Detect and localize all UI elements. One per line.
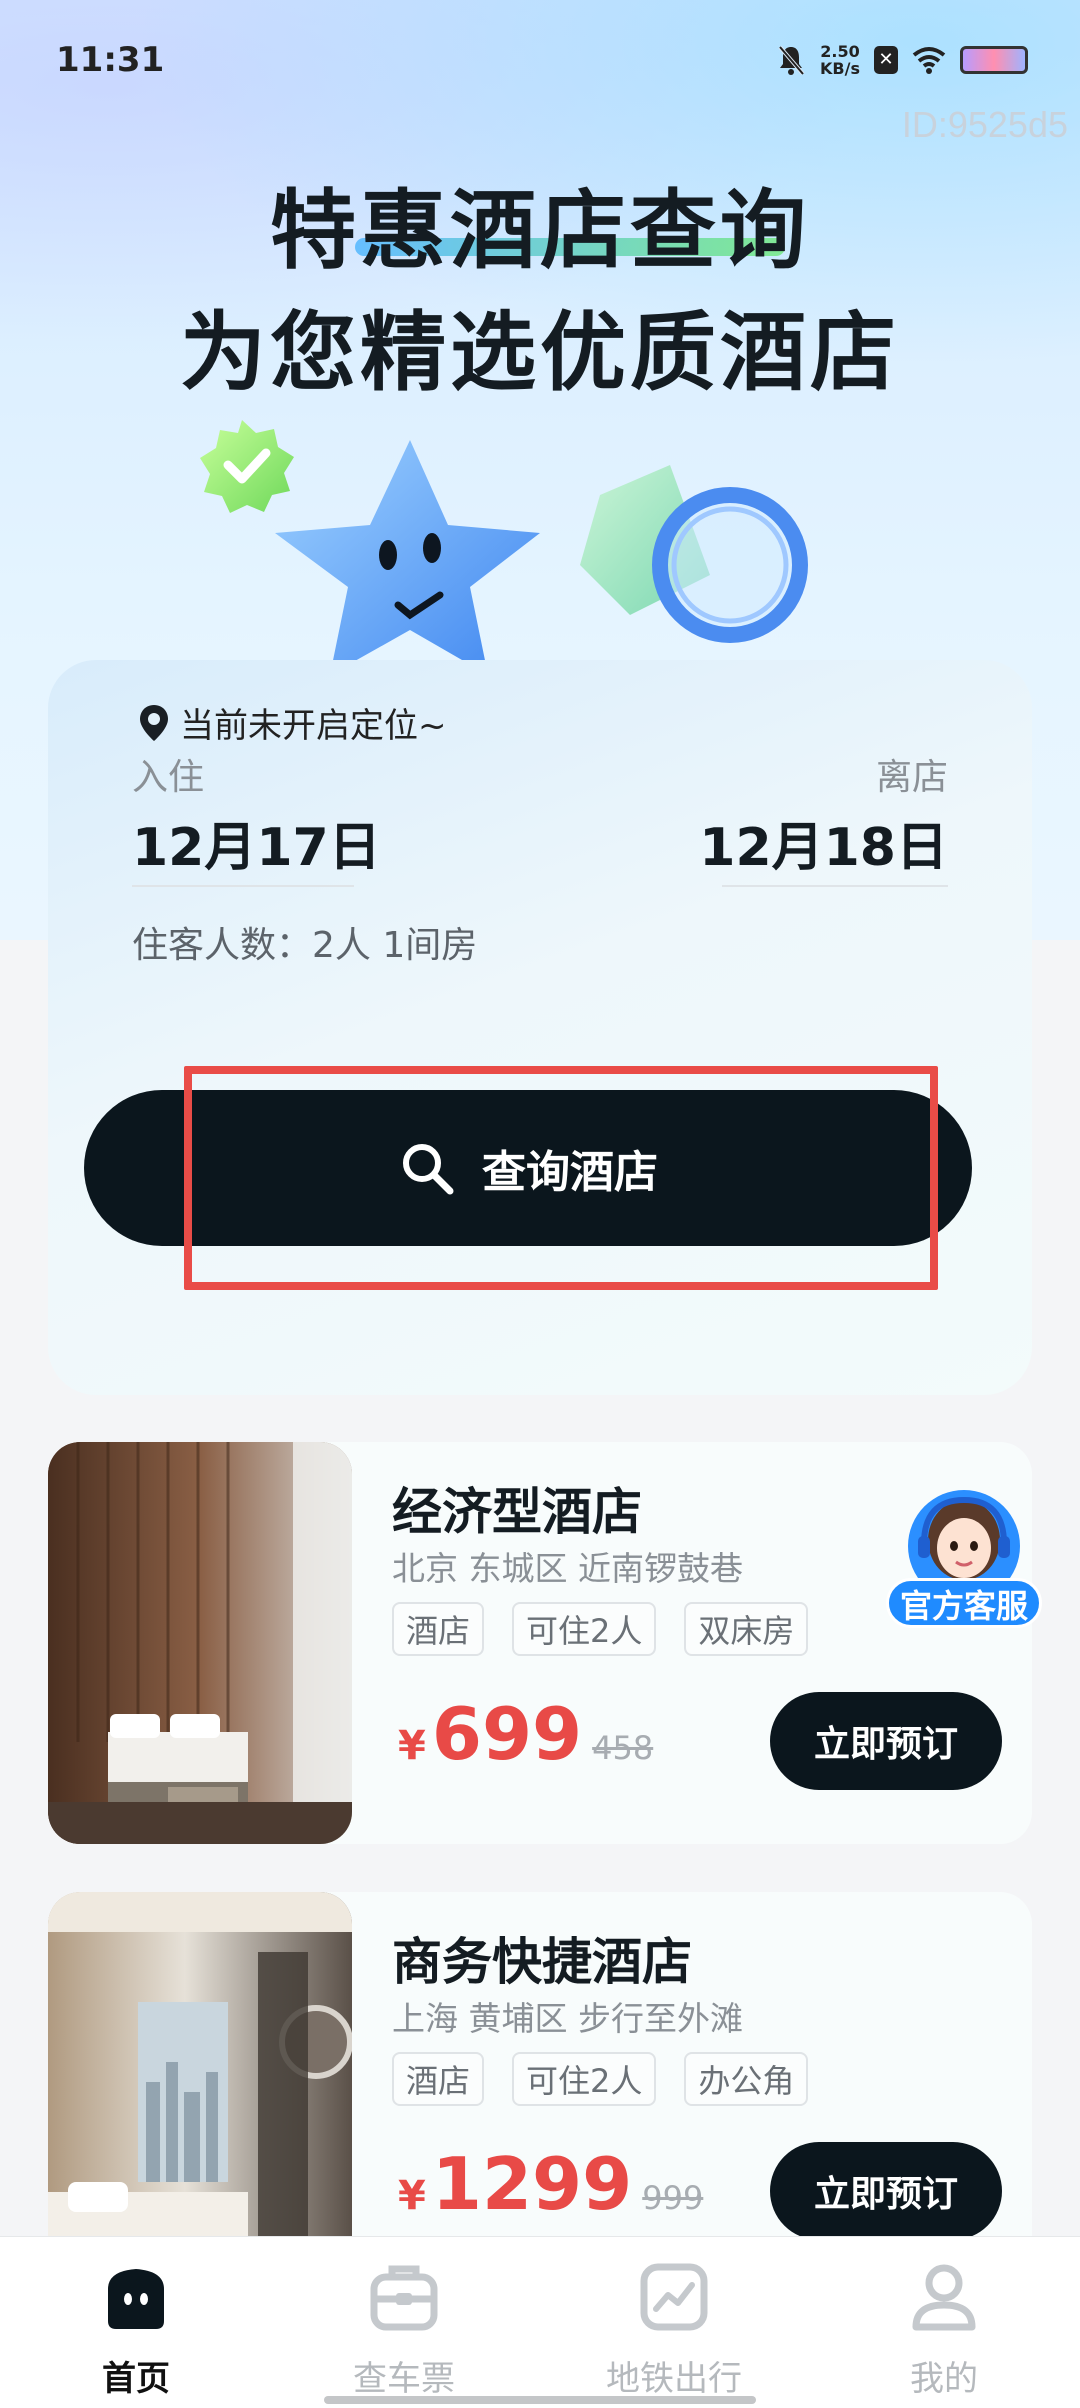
hotel-tag: 双床房 xyxy=(684,1602,809,1656)
tab-metro[interactable]: 地铁出行 xyxy=(574,2255,774,2400)
magnifier-icon xyxy=(652,487,808,643)
current-price: 699 xyxy=(431,1692,583,1776)
home-icon xyxy=(108,2269,164,2329)
hotel-card[interactable]: 商务快捷酒店 上海 黄埔区 步行至外滩 酒店 可住2人 办公角 ¥ 1299 9… xyxy=(48,1892,1032,2294)
tab-home[interactable]: 首页 xyxy=(36,2255,236,2400)
network-speed-value: 2.50 xyxy=(820,42,860,61)
no-sim-icon: ✕ xyxy=(874,46,898,74)
bottom-tab-bar: 首页 查车票 地铁出行 我的 xyxy=(0,2236,1080,2408)
tab-profile[interactable]: 我的 xyxy=(844,2255,1044,2400)
hotel-name: 经济型酒店 xyxy=(392,1483,642,1541)
location-status[interactable]: 当前未开启定位~ xyxy=(136,698,447,747)
book-now-button[interactable]: 立即预订 xyxy=(770,2142,1002,2240)
watermark-id: ID:9525d5 xyxy=(901,104,1068,145)
current-price: 1299 xyxy=(431,2142,633,2226)
hotel-address: 上海 黄埔区 步行至外滩 xyxy=(392,1999,743,2038)
hotel-tag: 酒店 xyxy=(392,2052,485,2106)
tab-metro-label: 地铁出行 xyxy=(606,2359,742,2399)
hotel-tag: 可住2人 xyxy=(512,1602,657,1656)
checkout-label: 离店 xyxy=(875,757,948,798)
hero-illustration xyxy=(200,420,808,675)
location-pin-icon xyxy=(140,704,168,741)
highlight-annotation-box xyxy=(184,1066,938,1290)
checkin-divider xyxy=(132,885,354,887)
mute-bell-icon xyxy=(778,45,805,76)
network-speed: 2.50 KB/s xyxy=(820,43,860,77)
tab-home-label: 首页 xyxy=(102,2359,170,2399)
currency-symbol: ¥ xyxy=(398,2173,426,2219)
checkin-label: 入住 xyxy=(132,757,205,798)
hotel-tag: 酒店 xyxy=(392,1602,485,1656)
network-speed-unit: KB/s xyxy=(820,59,860,78)
guests-selector[interactable]: 住客人数：2人 1间房 xyxy=(132,916,477,968)
hotel-tag: 可住2人 xyxy=(512,2052,657,2106)
star-mascot-icon xyxy=(275,440,540,675)
hotel-tags: 酒店 可住2人 双床房 xyxy=(392,1602,809,1656)
status-bar: 11:31 2.50 KB/s ✕ xyxy=(0,0,1080,120)
tab-tickets-label: 查车票 xyxy=(353,2359,455,2399)
location-text: 当前未开启定位~ xyxy=(180,706,447,746)
status-time: 11:31 xyxy=(56,40,165,80)
hotel-name: 商务快捷酒店 xyxy=(392,1933,692,1991)
hotel-price: ¥ 699 458 xyxy=(398,1692,653,1776)
hero-title: 特惠酒店查询 xyxy=(270,181,810,281)
checkout-date[interactable]: 12月18日 xyxy=(699,805,948,880)
hotel-tags: 酒店 可住2人 办公角 xyxy=(392,2052,809,2106)
battery-icon xyxy=(960,46,1028,74)
wifi-icon xyxy=(912,47,946,74)
tab-profile-label: 我的 xyxy=(910,2359,978,2399)
checkin-date[interactable]: 12月17日 xyxy=(132,805,381,880)
original-price: 999 xyxy=(642,2179,704,2217)
status-icons: 2.50 KB/s ✕ xyxy=(776,42,1028,78)
book-now-button[interactable]: 立即预订 xyxy=(770,1692,1002,1790)
hero-subtitle: 为您精选优质酒店 xyxy=(180,303,900,403)
original-price: 458 xyxy=(592,1729,654,1767)
currency-symbol: ¥ xyxy=(398,1723,426,1769)
hotel-room-image xyxy=(48,1892,352,2294)
home-indicator[interactable] xyxy=(324,2396,756,2404)
hotel-address: 北京 东城区 近南锣鼓巷 xyxy=(392,1549,743,1588)
tab-tickets[interactable]: 查车票 xyxy=(304,2255,504,2400)
hotel-price: ¥ 1299 999 xyxy=(398,2142,703,2226)
hotel-room-image xyxy=(48,1442,352,1844)
customer-service-label[interactable]: 官方客服 xyxy=(886,1578,1042,1628)
checkout-divider xyxy=(722,885,948,887)
metro-chart-icon xyxy=(640,2263,708,2331)
verified-badge-icon xyxy=(200,420,294,513)
hotel-tag: 办公角 xyxy=(684,2052,809,2106)
ticket-icon xyxy=(370,2265,438,2331)
profile-icon xyxy=(912,2264,976,2331)
